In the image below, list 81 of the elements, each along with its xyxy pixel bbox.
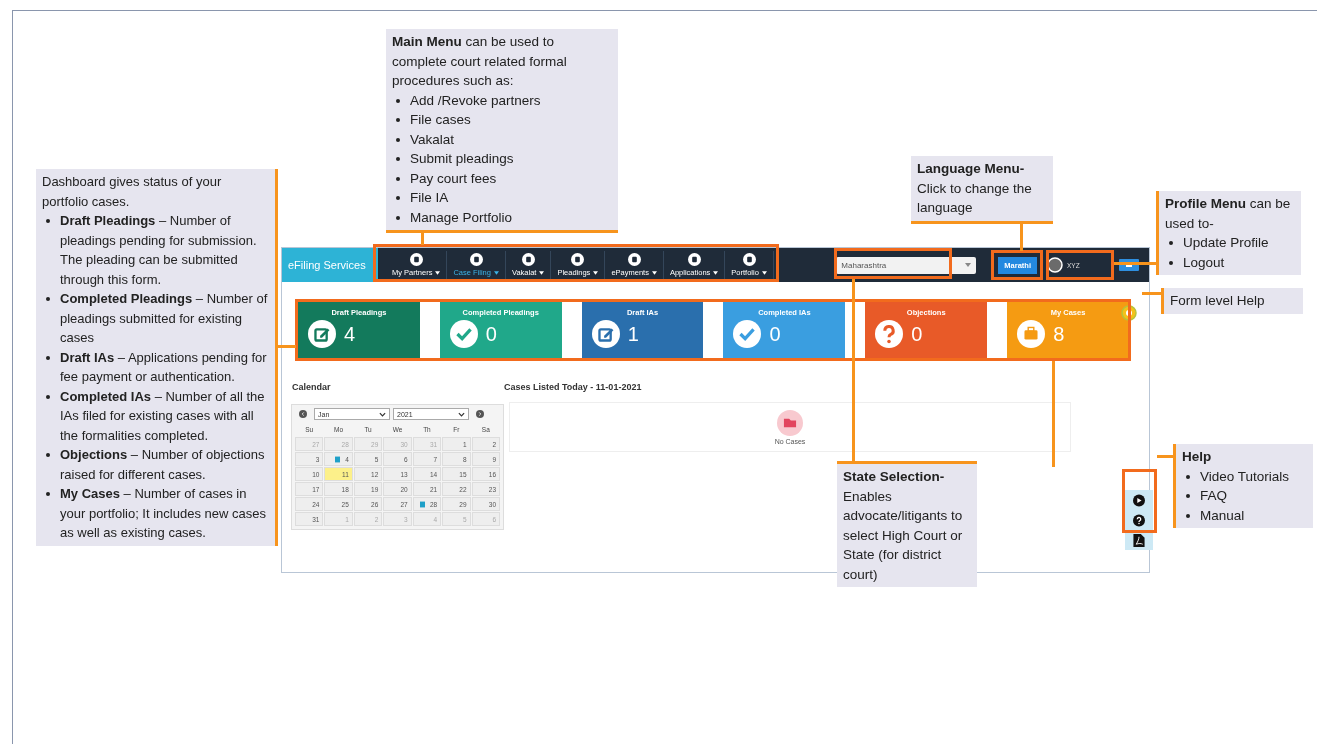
bullet-icon: [1169, 260, 1173, 265]
bullet-icon: [1186, 513, 1190, 518]
cases-heading: Cases Listed Today - 11-01-2021: [504, 382, 642, 392]
callout-list-item: File IA: [410, 189, 449, 207]
caret-icon: [539, 271, 545, 275]
callout-list-item: Pay court fees: [410, 169, 497, 188]
check-icon: [733, 320, 762, 348]
bullet-icon: [46, 355, 50, 360]
question-icon: [875, 320, 904, 348]
callout-title: Help: [1182, 448, 1213, 466]
round-icon: [742, 253, 756, 266]
bullet-icon: [396, 215, 400, 220]
highlight-frame: [991, 250, 1043, 280]
caret-icon: [713, 271, 719, 275]
next-icon[interactable]: [476, 410, 484, 418]
question-icon[interactable]: [1133, 513, 1145, 527]
callout-list-item: My Cases – Number of cases in your portfolio; It includes new cases as well as existing cases.: [60, 485, 267, 542]
previous-icon[interactable]: [299, 410, 307, 418]
callout-text: Main Menu can be used to complete court related formal procedures such as:: [392, 33, 568, 90]
round-icon: [571, 253, 585, 266]
bullet-icon: [396, 137, 400, 142]
caret-icon: [593, 271, 599, 275]
bullet-icon: [396, 98, 400, 103]
check-icon: [449, 320, 478, 348]
round-icon: [521, 253, 535, 266]
bullet-icon: [396, 157, 400, 161]
callout-list-item: Add /Revoke partners: [410, 91, 541, 110]
round-icon: [627, 253, 641, 266]
round-icon: [687, 253, 701, 266]
bullet-icon: [396, 196, 400, 200]
callout-text: Form level Help: [1170, 292, 1266, 310]
callout-list-item: Completed Pleadings – Number of pleadings submitted for existing cases: [60, 290, 269, 347]
highlight-frame: [1046, 250, 1114, 280]
callout-list-item: File cases: [410, 111, 471, 129]
bullet-icon: [46, 219, 50, 223]
bullet-icon: [46, 394, 50, 399]
bullet-icon: [396, 176, 400, 181]
bullet-icon: [1169, 241, 1173, 245]
bullet-icon: [1186, 494, 1190, 498]
callout-list-item: Manage Portfolio: [410, 208, 513, 227]
caret-icon: [761, 271, 767, 275]
callout-list-item: Draft IAs – Applications pending for fee payment or authentication.: [60, 348, 268, 386]
bullet-icon: [1186, 474, 1190, 479]
caret-icon: [965, 263, 972, 267]
caret-icon: [651, 271, 657, 275]
folder-icon: [777, 409, 803, 436]
state-select[interactable]: Maharashtra: [836, 256, 977, 274]
bullet-icon: [46, 453, 50, 457]
callout-text: Profile Menu can be used to-: [1165, 195, 1292, 233]
brand-title: eFiling Services: [282, 248, 378, 282]
callout-list-item: Draft Pleadings – Number of pleadings pending for submission. The pleading can be submitted through this form.: [60, 212, 258, 289]
edit-icon: [591, 320, 620, 348]
callout-list-item: Objections – Number of objections raised for different cases.: [60, 446, 266, 484]
callout-list-item: Vakalat: [410, 130, 455, 149]
pdf-icon[interactable]: [1133, 533, 1145, 547]
callout-list-item: Update Profile: [1183, 234, 1269, 252]
bullet-icon: [46, 492, 50, 496]
edit-icon: [308, 320, 336, 348]
chevron-icon: [458, 411, 465, 417]
bullet-icon: [46, 297, 50, 301]
callout-text: Click to change the language: [917, 179, 1033, 217]
bullet-icon: [396, 118, 400, 122]
round-icon: [409, 253, 423, 266]
round-icon: [469, 253, 483, 266]
callout-list-item: FAQ: [1200, 487, 1227, 505]
caret-icon: [493, 271, 499, 275]
callout-list-item: Completed IAs – Number of all the IAs filed for existing cases with all the formalities completed.: [60, 387, 266, 445]
callout-list-item: Video Tutorials: [1200, 467, 1290, 486]
highlight-frame: [1122, 469, 1157, 533]
callout-list-item: Submit pleadings: [410, 150, 514, 168]
callout-text: Dashboard gives status of your portfolio cases.: [42, 173, 223, 211]
briefcase-icon: [1017, 320, 1046, 348]
chevron-icon: [379, 411, 386, 417]
callout-title: State Selection-: [843, 468, 946, 486]
callout-title: Language Menu-: [917, 160, 1026, 178]
callout-text: Enables advocate/litigants to select High Court or State (for district court): [843, 487, 964, 584]
play-icon[interactable]: [1133, 493, 1145, 507]
callout-list-item: Logout: [1183, 253, 1225, 272]
calendar-heading: Calendar: [292, 382, 332, 392]
caret-icon: [435, 271, 441, 275]
callout-list-item: Manual: [1200, 506, 1245, 525]
